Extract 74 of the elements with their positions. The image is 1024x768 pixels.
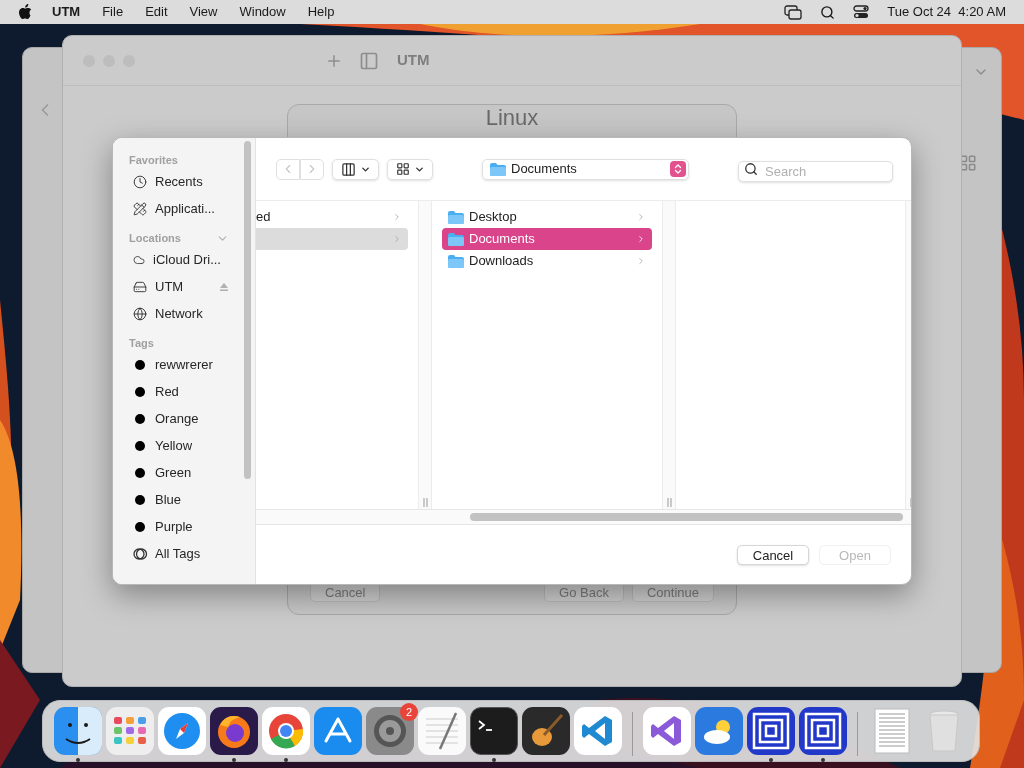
eject-icon[interactable] <box>219 281 229 292</box>
apple-logo-icon[interactable] <box>18 4 32 20</box>
chevron-right-icon <box>392 234 402 244</box>
location-popup[interactable]: Documents <box>482 158 689 180</box>
folder-icon <box>490 162 506 176</box>
file-row[interactable]: Documents <box>442 228 652 250</box>
sidebar-item[interactable]: iCloud Dri... <box>129 246 255 273</box>
gear-icon[interactable] <box>366 707 414 755</box>
notification-badge: 2 <box>400 703 418 721</box>
sidebar-item[interactable]: Yellow <box>129 432 255 459</box>
chevron-right-icon <box>636 256 646 266</box>
app-menu[interactable]: UTM <box>52 2 81 22</box>
columns-icon <box>340 161 356 177</box>
face-icon[interactable] <box>54 707 102 755</box>
grid-icon <box>395 162 410 176</box>
overlapping-circles-icon <box>133 546 147 561</box>
notepad-icon[interactable] <box>418 707 466 755</box>
file-row[interactable]: Downloads <box>442 250 652 272</box>
folder-icon <box>448 210 464 224</box>
menu-item[interactable]: Window <box>239 2 286 22</box>
ring-icon[interactable] <box>262 707 310 755</box>
ribbon-icon[interactable] <box>643 707 691 755</box>
sidebar-item[interactable]: Purple <box>129 513 255 540</box>
view-mode-button[interactable] <box>332 158 379 180</box>
control-center-icon[interactable] <box>853 5 870 19</box>
grid-icon[interactable] <box>959 154 977 172</box>
folder-icon <box>448 232 464 246</box>
folder-icon <box>448 254 464 268</box>
drive-icon <box>133 279 147 294</box>
chevron-right-icon <box>636 234 646 244</box>
pencil-ruler-icon <box>133 201 147 216</box>
nested-squares-icon[interactable] <box>747 707 795 755</box>
nested-squares-icon[interactable] <box>799 707 847 755</box>
sidebar-scrollbar[interactable] <box>244 141 251 479</box>
menu-bar-clock[interactable]: Tue Oct 24 4:20 AM <box>887 2 1006 22</box>
sidebar-heading: Locations <box>129 230 181 246</box>
menu-item[interactable]: File <box>102 2 124 22</box>
sidebar-item[interactable]: rewwrerer <box>129 351 255 378</box>
search-icon <box>744 161 758 176</box>
sidebar-item[interactable]: Blue <box>129 486 255 513</box>
menu-item[interactable]: Help <box>307 2 335 22</box>
horizontal-scrollbar[interactable] <box>470 513 903 521</box>
chevron-right-icon <box>636 212 646 222</box>
cancel-button[interactable]: Cancel <box>737 544 809 565</box>
cloud-sun-icon[interactable] <box>695 707 743 755</box>
sidebar-item[interactable]: Applicati... <box>129 195 255 222</box>
menu-item[interactable]: Edit <box>145 2 168 22</box>
guitar-icon[interactable] <box>522 707 570 755</box>
sidebar-item[interactable]: Orange <box>129 405 255 432</box>
search-icon[interactable] <box>820 4 836 20</box>
sidebar-heading: Favorites <box>129 152 178 168</box>
sidebar-item[interactable]: UTM <box>129 273 255 300</box>
search-field[interactable]: Search <box>738 160 893 182</box>
globe-icon <box>133 306 147 321</box>
group-button[interactable] <box>387 158 433 180</box>
ribbon-icon[interactable] <box>574 707 622 755</box>
sidebar-item[interactable]: Red <box>129 378 255 405</box>
clock-icon <box>133 174 147 189</box>
menu-item[interactable]: View <box>189 2 218 22</box>
terminal-icon[interactable] <box>470 707 518 755</box>
chevron-right-icon <box>392 212 402 222</box>
sidebar-item[interactable]: Recents <box>129 168 255 195</box>
screen-mirroring-icon[interactable] <box>784 4 803 20</box>
stepper-icon <box>670 161 686 177</box>
sidebar-heading: Tags <box>129 335 154 351</box>
file-row[interactable]: ed <box>256 206 408 228</box>
sidebar-item[interactable]: Green <box>129 459 255 486</box>
sidebar-item[interactable]: All Tags <box>129 540 255 567</box>
file-row[interactable]: Desktop <box>442 206 652 228</box>
sidebar-item[interactable]: Network <box>129 300 255 327</box>
globe-icon[interactable] <box>210 707 258 755</box>
sidebar-icon[interactable] <box>359 50 379 71</box>
sheet-title: Linux <box>485 105 539 131</box>
window-title: UTM <box>397 50 430 71</box>
